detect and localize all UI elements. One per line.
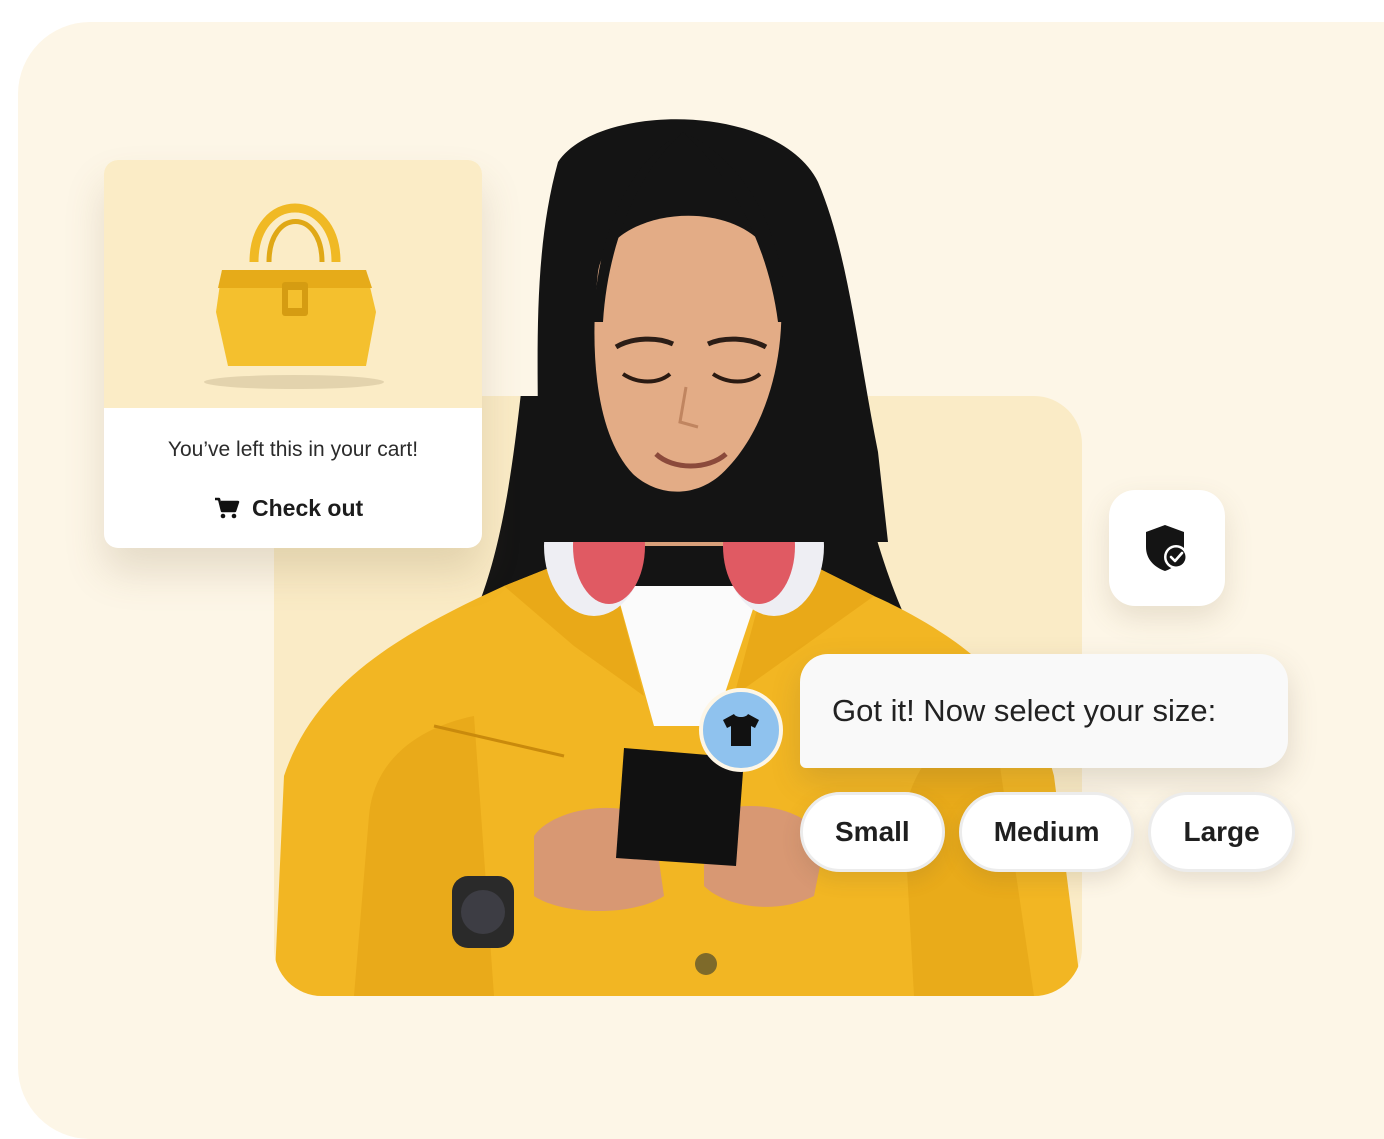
handbag-icon — [204, 203, 384, 389]
security-badge — [1109, 490, 1225, 606]
chat-bubble: Got it! Now select your size: — [800, 654, 1288, 768]
size-option-large[interactable]: Large — [1148, 792, 1295, 872]
tshirt-icon — [723, 714, 759, 746]
product-image — [104, 160, 482, 408]
cart-message: You’ve left this in your cart! — [167, 438, 419, 461]
chat-message: Got it! Now select your size: — [832, 693, 1217, 728]
size-option-small[interactable]: Small — [800, 792, 945, 872]
size-option-medium[interactable]: Medium — [958, 792, 1135, 872]
chat-avatar — [699, 688, 783, 772]
checkout-button[interactable]: Check out — [200, 488, 377, 528]
cart-icon — [215, 497, 240, 519]
checkout-label: Check out — [252, 494, 364, 521]
size-options: Small Medium Large — [800, 792, 1295, 872]
hero-stage: You’ve left this in your cart! Check out… — [18, 22, 1384, 1139]
shield-check-icon — [1146, 525, 1188, 571]
cart-reminder-card: You’ve left this in your cart! Check out — [104, 160, 482, 548]
